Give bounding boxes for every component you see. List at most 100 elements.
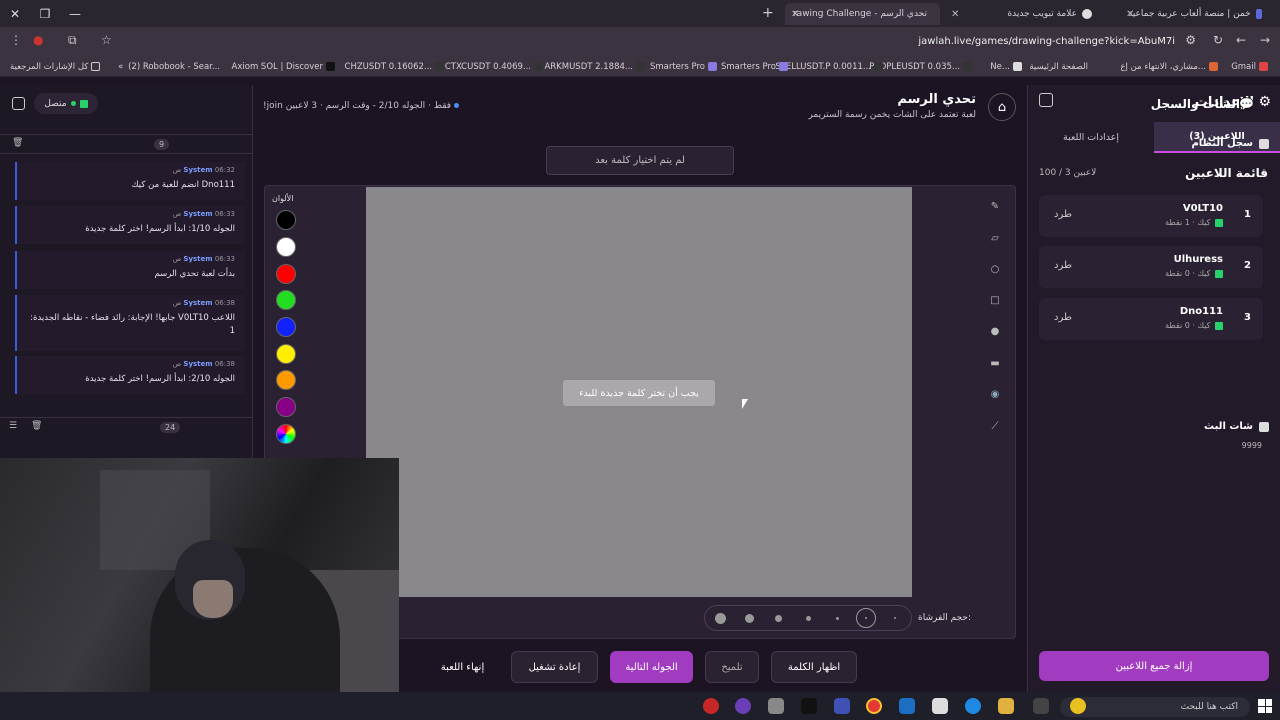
brush-size-xs[interactable]	[836, 617, 839, 620]
bookmark-item[interactable]: PEOPLEUSDT 0.035...	[869, 62, 972, 72]
color-swatch-blue[interactable]	[276, 317, 296, 337]
eraser-icon[interactable]: ▱	[985, 228, 1005, 248]
player-row: 1 V0LT10 كيك · 1 نقطة طرد	[1039, 195, 1263, 237]
url-field[interactable]: jawlah.live/games/drawing-challenge?kick…	[918, 36, 1175, 47]
system-log-header[interactable]	[0, 134, 253, 154]
color-picker-swatch[interactable]	[276, 424, 296, 444]
back-arrow-icon[interactable]: →	[1260, 33, 1270, 47]
home-icon[interactable]: ⌂	[988, 93, 1016, 121]
fill-bucket-icon[interactable]: ◉	[985, 384, 1005, 404]
app-icon[interactable]	[834, 698, 850, 714]
circle-icon[interactable]: ○	[985, 259, 1005, 279]
remove-all-players-button[interactable]: إزالة جميع اللاعبين	[1039, 651, 1269, 681]
bookmark-item[interactable]: Ne...	[990, 62, 1022, 72]
bookmark-item[interactable]: CHZUSDT 0.16062...	[345, 62, 444, 72]
outlook-icon[interactable]	[899, 698, 915, 714]
bookmark-item[interactable]: Gmail	[1231, 62, 1268, 72]
chrome-icon[interactable]	[866, 698, 882, 714]
reload-icon[interactable]: ↻	[1213, 33, 1223, 47]
brush-size-l[interactable]	[745, 614, 754, 623]
bookmarks-overflow-button[interactable]: «	[118, 62, 123, 72]
extension-icon[interactable]: ●	[33, 33, 43, 47]
kick-button[interactable]: طرد	[1054, 312, 1072, 323]
bookmark-label: (2) Robobook - Sear...	[128, 62, 220, 72]
bookmark-label: ARKMUSDT 2.1884...	[544, 62, 633, 72]
forward-arrow-icon[interactable]: ←	[1236, 33, 1246, 47]
color-swatch-red[interactable]	[276, 264, 296, 284]
end-game-button[interactable]: إنهاء اللعبة	[420, 651, 505, 683]
hint-button[interactable]: تلميح	[705, 651, 759, 683]
line-icon[interactable]: ▬	[985, 353, 1005, 373]
brush-size-s[interactable]	[806, 616, 811, 621]
x-icon	[326, 62, 335, 71]
file-explorer-icon[interactable]	[998, 698, 1014, 714]
menu-dots-icon[interactable]: ⋮	[10, 33, 22, 47]
tab-close-icon[interactable]: ✕	[951, 9, 959, 20]
color-swatch-black[interactable]	[276, 210, 296, 230]
pencil-icon[interactable]: ✎	[985, 196, 1005, 216]
message-meta: System 06:38 ص	[173, 299, 235, 307]
round-status: الجوله 2/10 - وقت الرسم	[325, 101, 426, 111]
edge-icon[interactable]	[965, 698, 981, 714]
brush-size-min[interactable]	[894, 617, 896, 619]
line-tool-icon[interactable]: ⟋	[985, 416, 1005, 436]
collapse-panel-icon[interactable]	[12, 97, 25, 110]
show-word-button[interactable]: اظهار الكلمة	[771, 651, 857, 683]
brush-size-m[interactable]	[775, 615, 782, 622]
bookmark-star-icon[interactable]: ☆	[101, 33, 112, 47]
color-swatch-purple[interactable]	[276, 397, 296, 417]
tab-drawing-challenge[interactable]: ✕ rawing Challenge - تحدي الرسم	[785, 3, 940, 25]
status-label: متصل	[44, 98, 67, 109]
brush-size-xl[interactable]	[715, 613, 726, 624]
player-meta-text: كيك · 0 نقطة	[1165, 321, 1211, 330]
close-icon[interactable]: ✕	[0, 0, 30, 27]
extensions-puzzle-icon[interactable]: ⧉	[68, 33, 77, 48]
tab-close-icon[interactable]: ✕	[1126, 9, 1134, 20]
kick-button[interactable]: طرد	[1054, 260, 1072, 271]
color-swatch-yellow[interactable]	[276, 344, 296, 364]
next-round-button[interactable]: الجوله التالية	[610, 651, 693, 683]
restore-icon[interactable]: ❐	[30, 0, 60, 27]
new-tab-button[interactable]: +	[762, 5, 774, 21]
bookmark-item[interactable]: الصفحة الرئيسية	[1029, 62, 1088, 72]
players-info: 3 لاعبين	[285, 101, 318, 111]
site-settings-icon[interactable]: ⚙	[1185, 33, 1196, 47]
task-view-icon[interactable]	[1033, 698, 1049, 714]
rectangle-icon[interactable]: □	[985, 290, 1005, 310]
bookmark-item[interactable]: Axiom SOL | Discover	[232, 62, 335, 72]
color-swatch-white[interactable]	[276, 237, 296, 257]
list-icon[interactable]: ☰	[9, 421, 17, 431]
app-icon[interactable]	[768, 698, 784, 714]
connection-status-badge: متصل	[34, 93, 98, 114]
fill-dot-icon[interactable]: ●	[985, 321, 1005, 341]
bookmark-item[interactable]: Smarters Pro	[650, 62, 717, 72]
app-icon[interactable]	[703, 698, 719, 714]
trash-icon[interactable]: 🗑	[31, 421, 42, 431]
store-icon[interactable]	[932, 698, 948, 714]
windows-start-icon[interactable]	[1258, 699, 1272, 713]
bookmark-item[interactable]: CTXCUSDT 0.4069...	[445, 62, 543, 72]
system-log-count: 9	[154, 139, 170, 150]
bookmark-item[interactable]: SPELLUSDT.P 0.0011...	[775, 62, 883, 72]
color-swatch-orange[interactable]	[276, 370, 296, 390]
app-icon[interactable]	[735, 698, 751, 714]
tab-new[interactable]: ✕ علامة تبويب جديدة	[945, 3, 1100, 25]
all-bookmarks-item[interactable]: كل الإشارات المرجعية	[10, 62, 101, 72]
tab-game-settings[interactable]: إعدادات اللعبة	[1028, 122, 1154, 153]
collapse-panel-icon[interactable]	[1039, 93, 1053, 107]
minimize-icon[interactable]: —	[60, 0, 90, 27]
word-status-box: لم يتم اختيار كلمة بعد	[546, 146, 734, 175]
tab-khamen[interactable]: ✕ خمن | منصة ألعاب عربية جماعية	[1120, 3, 1270, 25]
tiktok-icon[interactable]	[801, 698, 817, 714]
info-icon	[1259, 139, 1269, 149]
taskbar-search[interactable]: اكتب هنا للبحث	[1060, 697, 1250, 717]
bookmark-item[interactable]: Smarters Pro	[721, 62, 788, 72]
tab-close-icon[interactable]: ✕	[791, 9, 799, 20]
bookmark-item[interactable]: ARKMUSDT 2.1884...	[544, 62, 645, 72]
color-swatch-green[interactable]	[276, 290, 296, 310]
bookmark-item[interactable]: مشاري، الانتهاء من إع...	[1120, 62, 1218, 72]
kick-button[interactable]: طرد	[1054, 209, 1072, 220]
bookmark-item[interactable]: (2) Robobook - Sear...	[128, 62, 220, 72]
restart-button[interactable]: إعادة تشغيل	[511, 651, 598, 683]
trash-icon[interactable]: 🗑	[12, 138, 23, 148]
